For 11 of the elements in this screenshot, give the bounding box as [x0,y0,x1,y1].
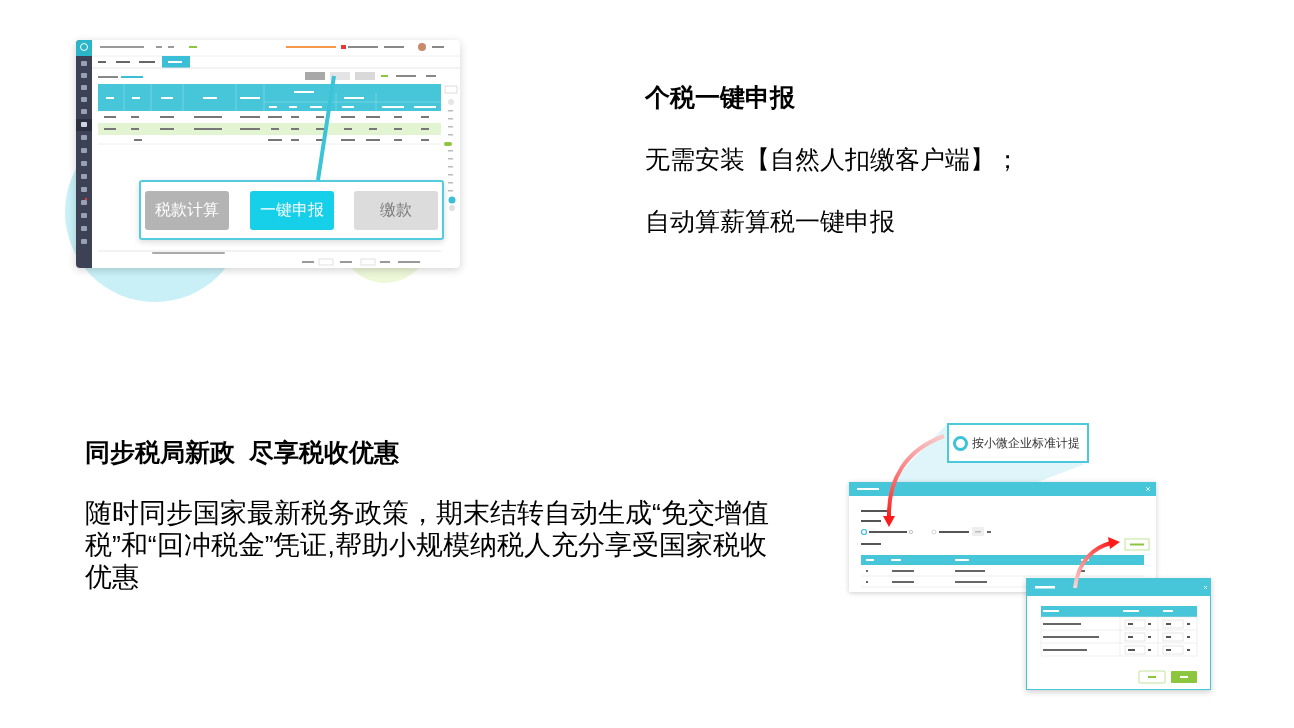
action-button[interactable]: 税款计算 [145,190,229,230]
feature-description: 随时同步国家最新税务政策，期末结转自动生成“免交增值税”和“回冲税金”凭证,帮助小规模纳税人充分享受国家税收优惠 [85,497,770,593]
option-label: 按小微企业标准计提 [972,435,1080,452]
feature-title: 个税一键申报 [645,82,796,113]
action-button[interactable]: 缴款 [354,190,438,230]
radio-button[interactable] [953,435,968,451]
action-button[interactable]: 一键申报 [249,190,334,230]
curved-arrow [1073,537,1120,589]
feature-line: 无需安装【自然人扣缴客户端】； [645,145,1020,175]
feature-line: 自动算薪算税一键申报 [645,207,896,237]
feature-title: 同步税局新政 尽享税收优惠 [85,437,400,468]
